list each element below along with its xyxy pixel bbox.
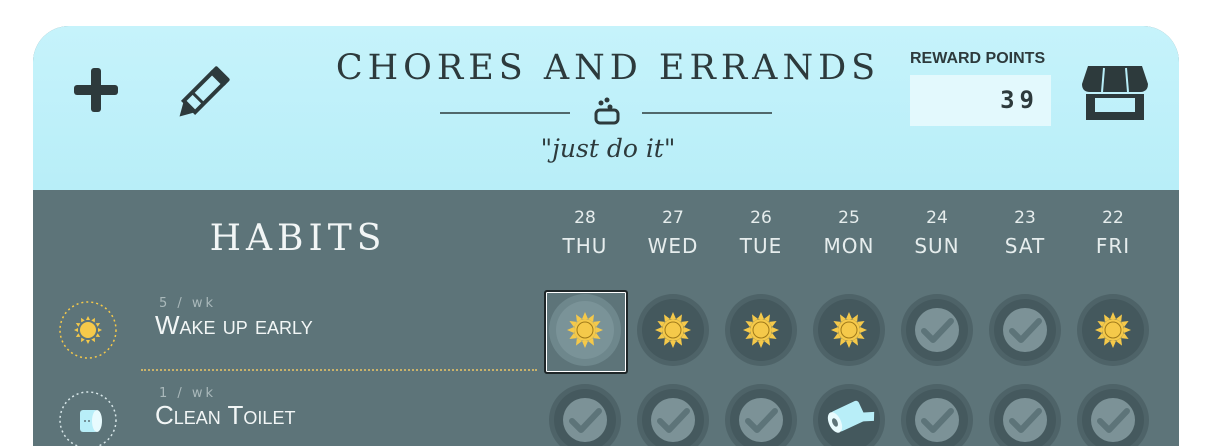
day-header-wed: 27 WED	[638, 208, 708, 258]
day-name: THU	[562, 234, 608, 258]
habit-day-toggle-fri[interactable]	[1076, 293, 1150, 367]
edit-button[interactable]	[175, 62, 235, 120]
sun-icon[interactable]	[58, 300, 118, 360]
day-header-tue: 26 TUE	[726, 208, 796, 258]
pencil-icon	[179, 66, 230, 117]
reward-points-label: REWARD POINTS	[910, 50, 1046, 67]
habit-card: CHORES AND ERRANDS "just do it" REWARD P…	[33, 26, 1179, 446]
day-number: 26	[750, 208, 772, 228]
habit-name[interactable]: Wake up early	[155, 310, 313, 341]
sun-icon	[637, 294, 709, 366]
sun-icon	[813, 294, 885, 366]
check-icon	[989, 294, 1061, 366]
sun-icon	[725, 294, 797, 366]
day-header-sat: 23 SAT	[990, 208, 1060, 258]
day-name: TUE	[739, 234, 783, 258]
habit-day-toggle-tue[interactable]	[724, 293, 798, 367]
day-header-thu: 28 THU	[550, 208, 620, 258]
subtitle: "just do it"	[540, 134, 676, 163]
day-number: 22	[1102, 208, 1124, 228]
store-button[interactable]	[1082, 64, 1148, 120]
habit-day-toggle-sat[interactable]	[988, 293, 1062, 367]
day-name: MON	[823, 234, 875, 258]
check-icon	[725, 384, 797, 446]
habit-day-toggle-thu[interactable]	[548, 383, 622, 446]
habit-frequency: 5 / wk	[159, 296, 217, 311]
habit-divider	[141, 369, 537, 371]
habit-day-toggle-tue[interactable]	[724, 383, 798, 446]
check-icon	[549, 384, 621, 446]
add-habit-button[interactable]	[71, 64, 123, 116]
title-divider	[440, 97, 772, 125]
day-number: 28	[574, 208, 596, 228]
habit-day-toggle-fri[interactable]	[1076, 383, 1150, 446]
check-icon	[989, 384, 1061, 446]
check-icon	[901, 384, 973, 446]
toilet-paper-icon[interactable]	[58, 390, 118, 446]
day-header-fri: 22 FRI	[1078, 208, 1148, 258]
day-header-sun: 24 SUN	[902, 208, 972, 258]
habit-name[interactable]: Clean Toilet	[155, 400, 295, 431]
day-name: SAT	[1004, 234, 1046, 258]
day-number: 25	[838, 208, 860, 228]
page-title: CHORES AND ERRANDS	[335, 48, 881, 88]
sponge-icon	[594, 97, 620, 125]
habit-day-toggle-sun[interactable]	[900, 293, 974, 367]
store-icon	[1082, 66, 1148, 120]
day-number: 23	[1014, 208, 1036, 228]
day-name: SUN	[914, 234, 960, 258]
toilet-paper-icon	[813, 384, 885, 446]
day-name: WED	[647, 234, 699, 258]
habit-day-toggle-mon[interactable]	[812, 383, 886, 446]
day-name: FRI	[1095, 234, 1131, 258]
habit-day-toggle-wed[interactable]	[636, 383, 710, 446]
reward-points-value: 39	[910, 75, 1051, 126]
check-icon	[637, 384, 709, 446]
day-number: 24	[926, 208, 948, 228]
header: CHORES AND ERRANDS "just do it" REWARD P…	[33, 26, 1179, 190]
habit-day-toggle-wed[interactable]	[636, 293, 710, 367]
habits-heading: HABITS	[209, 218, 387, 259]
plus-icon	[74, 68, 118, 112]
check-icon	[1077, 384, 1149, 446]
check-icon	[901, 294, 973, 366]
sun-icon	[1077, 294, 1149, 366]
habit-day-toggle-mon[interactable]	[812, 293, 886, 367]
selected-cell-frame	[544, 290, 628, 374]
habit-frequency: 1 / wk	[159, 386, 217, 401]
habit-day-toggle-sat[interactable]	[988, 383, 1062, 446]
habit-day-toggle-sun[interactable]	[900, 383, 974, 446]
day-header-mon: 25 MON	[814, 208, 884, 258]
day-number: 27	[662, 208, 684, 228]
